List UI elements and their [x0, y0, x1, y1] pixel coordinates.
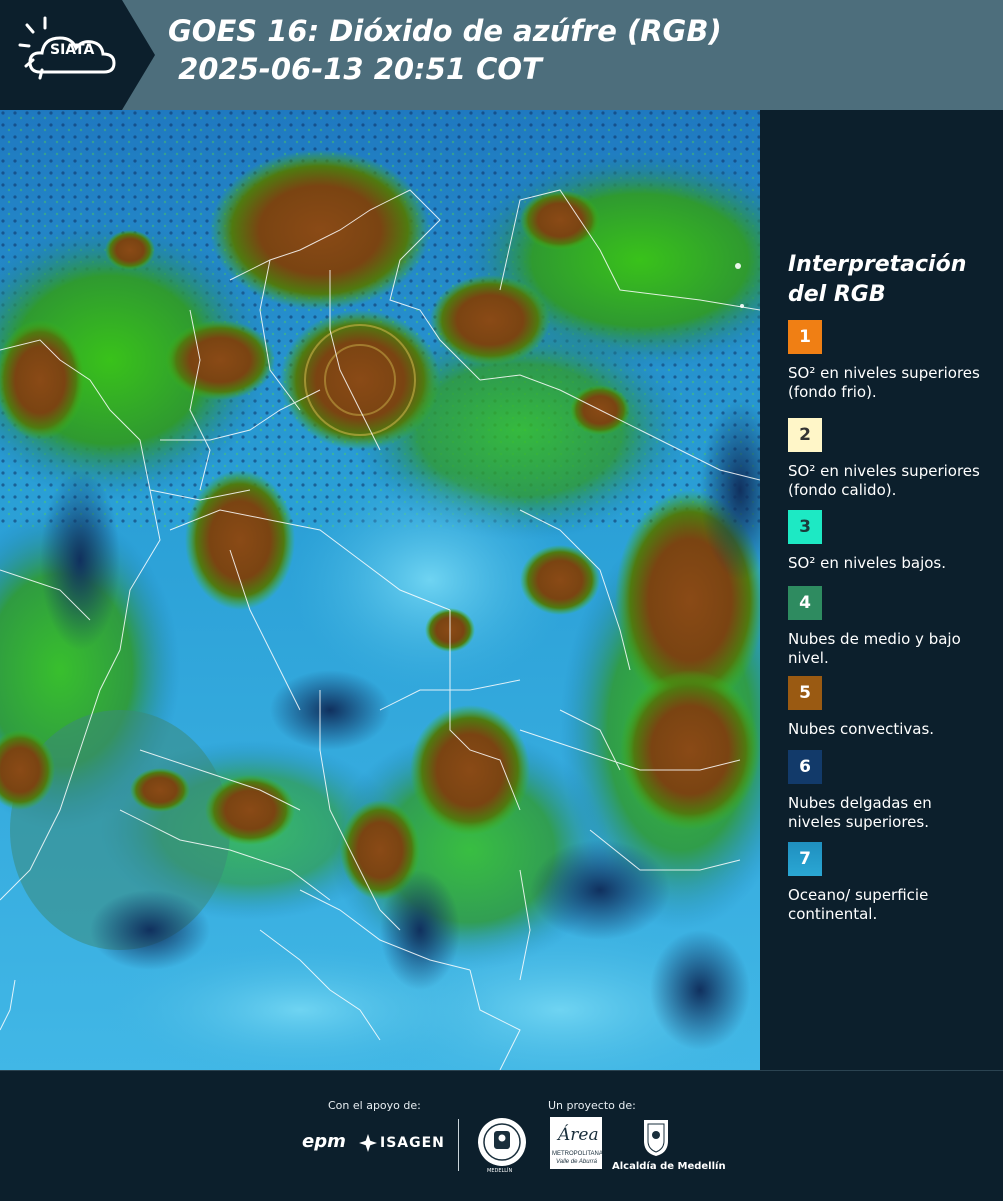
legend-swatch-6: 6: [788, 750, 822, 784]
rgb-legend-panel: Interpretación del RGB 1 SO² en niveles …: [760, 110, 1003, 1070]
alcaldia-shield-logo[interactable]: [641, 1117, 671, 1157]
isagen-mark-icon: [359, 1134, 377, 1152]
legend-label-2: SO² en niveles superiores (fondo calido)…: [788, 462, 980, 499]
legend-label-1: SO² en niveles superiores (fondo frio).: [788, 364, 980, 401]
project-label: Un proyecto de:: [548, 1099, 636, 1112]
seal-icon: [478, 1118, 526, 1166]
legend-label-6: Nubes delgadas en niveles superiores.: [788, 794, 932, 831]
legend-item-5: 5 Nubes convectivas.: [788, 676, 988, 739]
legend-item-7: 7 Oceano/ superficie continental.: [788, 842, 988, 924]
isagen-logo[interactable]: ISAGEN: [358, 1133, 448, 1155]
alcaldia-text: Alcaldía de Medellín: [612, 1161, 726, 1172]
isagen-text: ISAGEN: [380, 1135, 445, 1151]
legend-swatch-3: 3: [788, 510, 822, 544]
title-line-product: GOES 16: Dióxido de azúfre (RGB): [168, 14, 722, 48]
legend-label-3: SO² en niveles bajos.: [788, 554, 947, 572]
legend-item-3: 3 SO² en niveles bajos.: [788, 510, 988, 573]
header-bar: SIATA GOES 16: Dióxido de azúfre (RGB) 2…: [0, 0, 1003, 110]
shield-icon: [644, 1120, 668, 1156]
footer: Con el apoyo de: Un proyecto de: epm ISA…: [0, 1070, 1003, 1201]
legend-item-4: 4 Nubes de medio y bajo nivel.: [788, 586, 988, 668]
legend-item-2: 2 SO² en niveles superiores (fondo calid…: [788, 418, 988, 500]
legend-label-5: Nubes convectivas.: [788, 720, 935, 738]
legend-swatch-4: 4: [788, 586, 822, 620]
area-logo-subtext: METROPOLITANA: [552, 1151, 603, 1157]
epm-logo[interactable]: epm: [302, 1131, 346, 1152]
seal-caption: MEDELLÍN: [487, 1168, 513, 1174]
legend-swatch-5: 5: [788, 676, 822, 710]
legend-swatch-7: 7: [788, 842, 822, 876]
satellite-rgb-raster: [0, 110, 760, 1070]
legend-label-7: Oceano/ superficie continental.: [788, 886, 929, 923]
legend-label-4: Nubes de medio y bajo nivel.: [788, 630, 961, 667]
legend-swatch-1: 1: [788, 320, 822, 354]
support-label: Con el apoyo de:: [328, 1099, 421, 1112]
satellite-map-image[interactable]: [0, 110, 760, 1070]
legend-title: Interpretación del RGB: [788, 252, 967, 307]
title-line-timestamp: 2025-06-13 20:51 COT: [168, 52, 542, 86]
page-title: GOES 16: Dióxido de azúfre (RGB) 2025-06…: [168, 12, 722, 88]
area-logo-subtext2: Valle de Aburrá: [556, 1159, 597, 1165]
siata-logo[interactable]: SIATA: [0, 0, 155, 110]
medellin-seal-logo[interactable]: [477, 1117, 527, 1167]
legend-item-6: 6 Nubes delgadas en niveles superiores.: [788, 750, 988, 832]
legend-item-1: 1 SO² en niveles superiores (fondo frio)…: [788, 320, 988, 402]
footer-divider: [458, 1119, 459, 1171]
area-logo-word: Área: [558, 1125, 599, 1145]
legend-swatch-2: 2: [788, 418, 822, 452]
logo-text: SIATA: [50, 42, 95, 58]
area-metropolitana-logo[interactable]: Área METROPOLITANA Valle de Aburrá: [550, 1117, 603, 1169]
